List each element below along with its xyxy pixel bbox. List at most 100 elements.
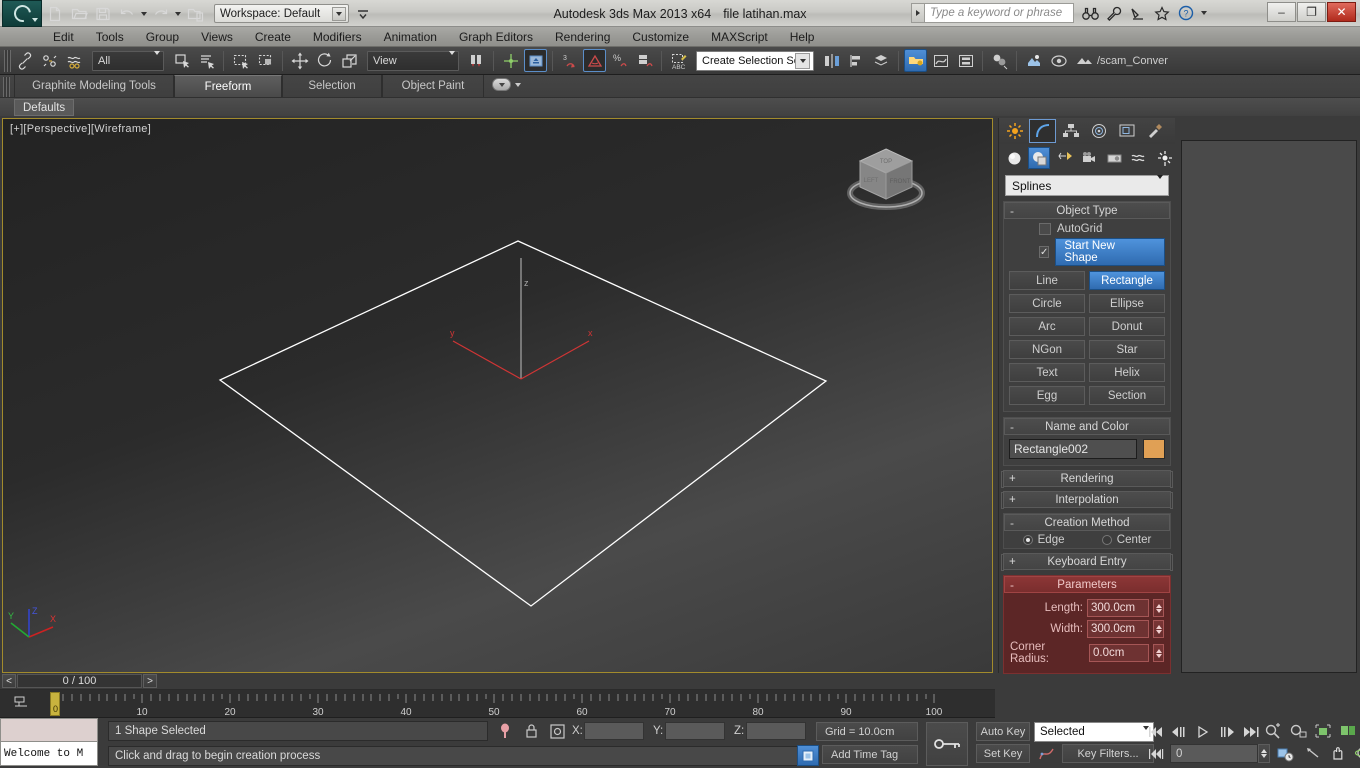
perspective-viewport[interactable]: [+][Perspective][Wireframe] z x y Z X Y <box>2 118 993 673</box>
length-spinner[interactable] <box>1153 599 1164 617</box>
search-input[interactable]: Type a keyword or phrase <box>924 3 1074 23</box>
utilities-tab[interactable] <box>1141 119 1168 143</box>
redo-dropdown-icon[interactable] <box>174 3 182 25</box>
name-and-color-header[interactable]: - Name and Color <box>1004 418 1170 435</box>
window-crossing-icon[interactable] <box>254 49 277 72</box>
satellite-dish-icon[interactable] <box>1128 3 1148 23</box>
pan-view-button[interactable] <box>1327 743 1349 763</box>
display-tab[interactable] <box>1113 119 1140 143</box>
auto-key-button[interactable]: Auto Key <box>976 722 1030 741</box>
shapes-icon[interactable] <box>1028 147 1050 169</box>
zoom-button[interactable] <box>1262 721 1284 741</box>
lights-icon[interactable] <box>1053 147 1075 169</box>
isolate-selection-icon[interactable] <box>496 722 514 740</box>
motion-tab[interactable] <box>1085 119 1112 143</box>
creation-method-edge[interactable]: Edge <box>1022 534 1065 546</box>
lock-selection-icon[interactable] <box>522 722 540 740</box>
object-color-swatch[interactable] <box>1143 439 1165 459</box>
tab-freeform[interactable]: Freeform <box>174 75 282 97</box>
select-and-scale-icon[interactable] <box>338 49 361 72</box>
mirror-icon[interactable] <box>820 49 843 72</box>
helix-button[interactable]: Helix <box>1089 363 1165 382</box>
align-icon[interactable] <box>845 49 868 72</box>
current-frame-input[interactable]: 0 <box>1170 744 1258 763</box>
select-and-rotate-icon[interactable] <box>313 49 336 72</box>
bind-to-space-warp-icon[interactable] <box>63 49 86 72</box>
start-new-shape-checkbox[interactable]: ✓ <box>1039 246 1050 258</box>
set-key-button[interactable]: Set Key <box>976 744 1030 763</box>
right-dock-panel[interactable] <box>1181 140 1357 673</box>
menu-edit[interactable]: Edit <box>42 27 85 47</box>
time-slider-ruler[interactable]: 10 20 30 40 50 60 70 80 90 100 0 <box>0 690 995 718</box>
selection-filter-combo[interactable]: All <box>92 50 164 71</box>
use-center-flyout-icon[interactable] <box>465 49 488 72</box>
radio-center-icon[interactable] <box>1101 535 1112 545</box>
object-type-header[interactable]: - Object Type <box>1004 202 1170 219</box>
width-spinner[interactable] <box>1153 620 1164 638</box>
rendering-rollout-header[interactable]: + Rendering <box>1001 470 1173 488</box>
set-key-mode-button[interactable] <box>926 722 968 766</box>
curve-editor-icon[interactable] <box>929 49 952 72</box>
time-configuration-button[interactable] <box>1274 744 1296 764</box>
section-button[interactable]: Section <box>1089 386 1165 405</box>
text-button[interactable]: Text <box>1009 363 1085 382</box>
modify-tab[interactable] <box>1029 119 1056 143</box>
length-input[interactable]: 300.0cm <box>1087 599 1149 617</box>
key-mode-toggle-button[interactable] <box>1144 744 1168 764</box>
go-to-end-button[interactable] <box>1240 722 1262 742</box>
menu-maxscript[interactable]: MAXScript <box>700 27 779 47</box>
menu-create[interactable]: Create <box>244 27 302 47</box>
workspace-dropdown-icon[interactable] <box>332 7 346 21</box>
named-selection-sets-combo[interactable]: Create Selection Se <box>696 50 814 71</box>
play-animation-button[interactable] <box>1192 722 1214 742</box>
ribbon-grip[interactable] <box>3 77 10 99</box>
egg-button[interactable]: Egg <box>1009 386 1085 405</box>
reference-coordinate-combo[interactable]: View <box>367 50 459 71</box>
ngon-button[interactable]: NGon <box>1009 340 1085 359</box>
radio-edge-icon[interactable] <box>1022 535 1033 545</box>
helpers-icon[interactable] <box>1103 147 1125 169</box>
chevron-down-icon[interactable] <box>154 50 160 67</box>
edit-named-selection-sets-icon[interactable]: ABC <box>667 49 690 72</box>
autogrid-checkbox[interactable] <box>1039 223 1051 235</box>
redo-icon[interactable] <box>150 3 172 25</box>
schematic-view-icon[interactable] <box>954 49 977 72</box>
corner-radius-input[interactable]: 0.0cm <box>1089 644 1150 662</box>
geometry-icon[interactable] <box>1003 147 1025 169</box>
width-input[interactable]: 300.0cm <box>1087 620 1149 638</box>
x-coord-input[interactable] <box>584 722 644 740</box>
ellipse-button[interactable]: Ellipse <box>1089 294 1165 313</box>
circle-button[interactable]: Circle <box>1009 294 1085 313</box>
undo-icon[interactable] <box>116 3 138 25</box>
key-mode-combo[interactable]: Selected <box>1034 722 1154 742</box>
menu-graph-editors[interactable]: Graph Editors <box>448 27 544 47</box>
menu-rendering[interactable]: Rendering <box>544 27 621 47</box>
close-button[interactable]: ✕ <box>1327 2 1356 22</box>
menu-group[interactable]: Group <box>135 27 190 47</box>
corner-radius-spinner[interactable] <box>1153 644 1164 662</box>
arc-button[interactable]: Arc <box>1009 317 1085 336</box>
add-time-tag-button[interactable]: Add Time Tag <box>822 745 918 764</box>
snaps-toggle-icon[interactable] <box>524 49 547 72</box>
material-editor-icon[interactable] <box>988 49 1011 72</box>
y-coord-input[interactable] <box>665 722 725 740</box>
angle-snap-3d-icon[interactable]: 3 <box>558 49 581 72</box>
next-frame-button[interactable]: > <box>143 674 157 688</box>
open-file-icon[interactable] <box>68 3 90 25</box>
subcategory-combo[interactable]: Splines <box>1005 174 1169 196</box>
rectangular-select-region-icon[interactable] <box>229 49 252 72</box>
pin-stack-icon[interactable] <box>548 722 566 740</box>
zoom-all-button[interactable] <box>1287 721 1309 741</box>
creation-method-header[interactable]: - Creation Method <box>1004 514 1170 531</box>
select-and-manipulate-icon[interactable] <box>499 49 522 72</box>
previous-frame-button[interactable] <box>1168 722 1190 742</box>
zoom-extents-button[interactable] <box>1312 721 1334 741</box>
percent-snap-toggle-icon[interactable]: % <box>608 49 631 72</box>
binoculars-icon[interactable] <box>1080 3 1100 23</box>
undo-dropdown-icon[interactable] <box>140 3 148 25</box>
menu-tools[interactable]: Tools <box>85 27 135 47</box>
cameras-icon[interactable] <box>1078 147 1100 169</box>
rendered-frame-window-icon[interactable] <box>1047 49 1070 72</box>
menu-customize[interactable]: Customize <box>621 27 700 47</box>
systems-icon[interactable] <box>1153 147 1175 169</box>
